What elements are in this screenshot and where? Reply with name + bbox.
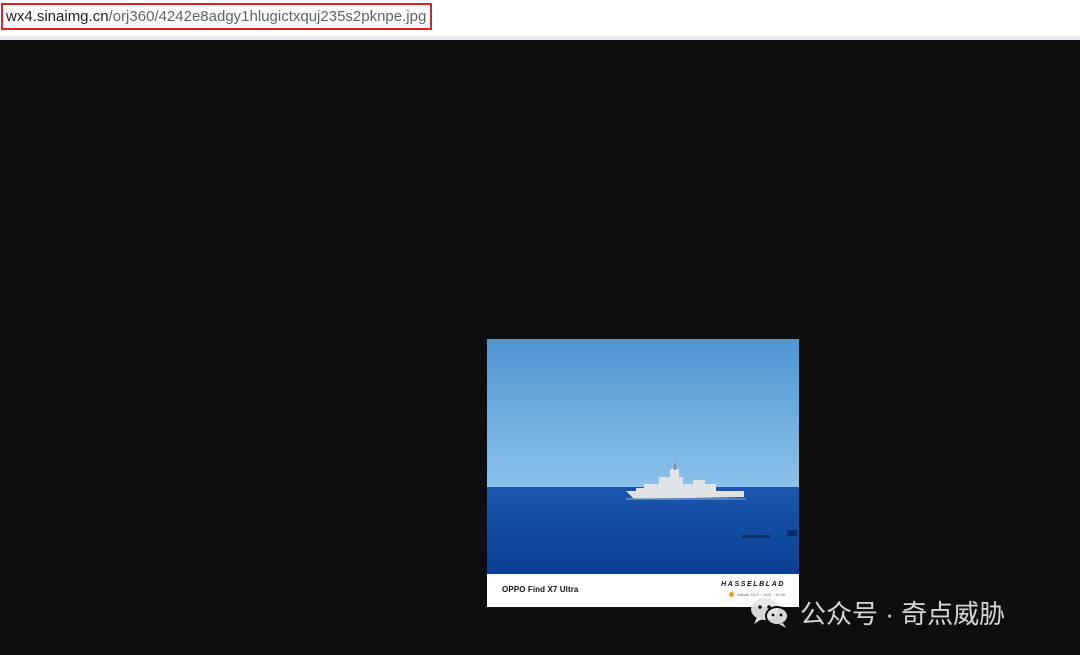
sky: [487, 339, 799, 487]
wechat-icon: [751, 598, 789, 628]
watermark-text: 公众号 · 奇点威胁: [800, 598, 1006, 629]
url-path: /orj360/4242e8adgy1hlugictxquj235s2pknpe…: [108, 8, 427, 25]
accent-dot-icon: [729, 592, 735, 597]
url-host: wx4.sinaimg.cn: [6, 8, 109, 25]
brand-logo-text: HASSELBLAD: [721, 581, 785, 588]
displayed-photo: OPPO Find X7 Ultra HASSELBLAD Adhan, DLS…: [487, 339, 799, 607]
camera-model-label: OPPO Find X7 Ultra: [502, 585, 579, 594]
address-bar: wx4.sinaimg.cn/orj360/4242e8adgy1hlugict…: [0, 0, 1080, 40]
url-field[interactable]: wx4.sinaimg.cn/orj360/4242e8adgy1hlugict…: [1, 3, 433, 30]
photo-scene: [487, 339, 799, 574]
watermark: 公众号 · 奇点威胁: [748, 594, 1005, 630]
sea: [487, 487, 799, 574]
